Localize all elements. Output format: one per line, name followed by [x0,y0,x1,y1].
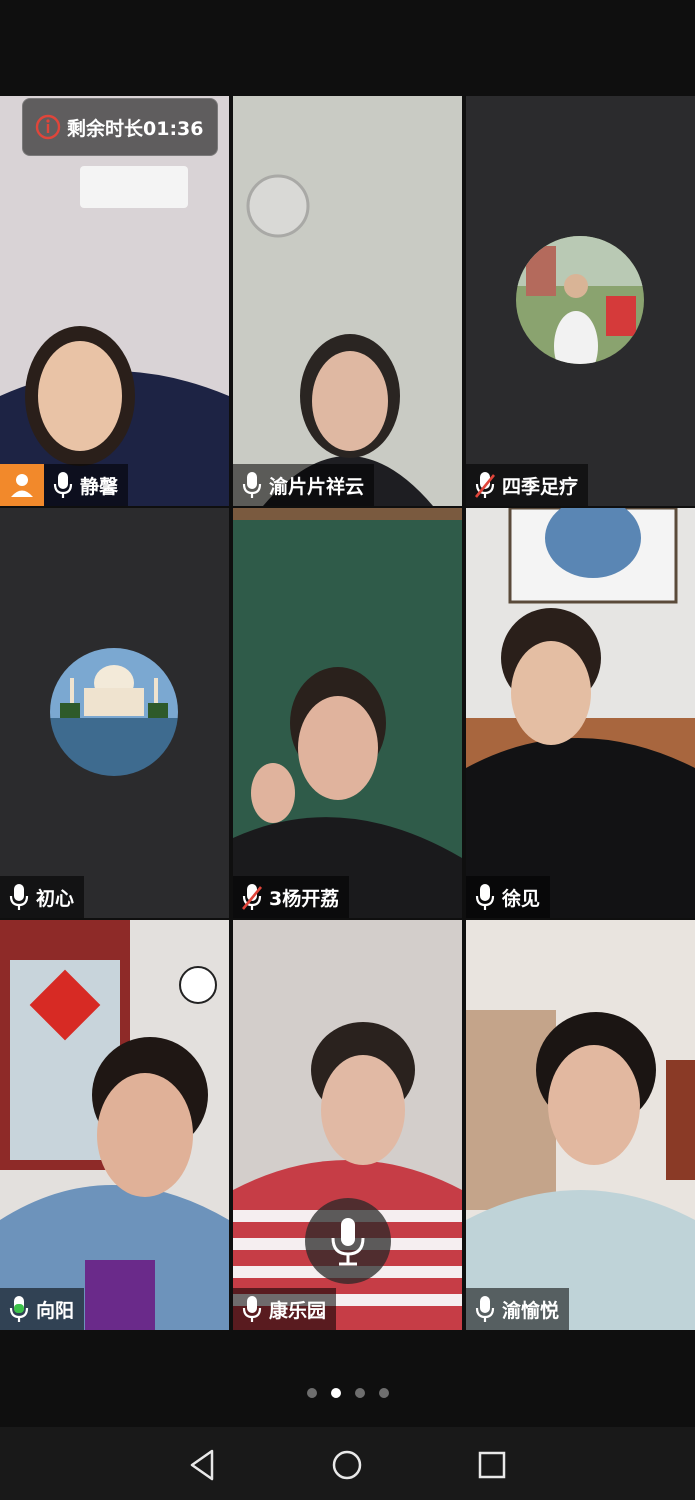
participant-name: 渝愉悦 [502,1299,560,1322]
mic-icon [242,472,262,498]
mic-muted-icon [474,472,496,498]
avatar-image [516,236,644,364]
video-feed [233,508,462,918]
avatar-image [50,648,178,776]
person-icon [11,474,33,497]
remaining-time-chip: 剩余时长01:36 [22,98,218,156]
mic-icon [53,472,73,498]
participant-avatar [50,648,178,776]
participant-avatar [516,236,644,364]
page-dot[interactable] [354,1388,365,1398]
mic-icon [331,1218,365,1266]
floating-mic-button[interactable] [305,1198,391,1284]
mic-speaking-icon [9,1296,29,1322]
participant-namebar: 康乐园 [233,1288,337,1330]
host-badge [0,464,44,506]
participant-namebar: 向阳 [0,1288,85,1330]
page-dot-active[interactable] [330,1388,341,1398]
video-feed [233,96,462,506]
participant-namebar: 静馨 [44,464,129,506]
participant-namebar: 徐见 [466,876,551,918]
mic-icon [242,1296,262,1322]
mic-icon [9,884,29,910]
video-feed [466,508,695,918]
participant-tile-xujian[interactable]: 徐见 [466,508,695,918]
video-feed [466,920,695,1330]
video-feed [0,96,229,506]
recents-icon[interactable] [474,1447,510,1483]
participant-namebar: 初心 [0,876,85,918]
mic-icon [475,884,495,910]
participant-namebar: 四季足疗 [466,464,589,506]
participant-tile-jingxin[interactable]: 静馨 [0,96,229,506]
video-feed [0,920,229,1330]
system-navigation-bar [0,1427,695,1500]
participant-grid: 静馨 渝片片祥云 四季足疗 初心 3杨开荔 徐见 向阳 康乐园 渝愉悦 [0,96,695,1330]
participant-namebar: 渝愉悦 [466,1288,570,1330]
participant-tile-xiangyang[interactable]: 向阳 [0,920,229,1330]
participant-name: 初心 [36,887,75,910]
participant-name: 渝片片祥云 [269,475,365,498]
info-icon [35,114,61,140]
participant-name: 3杨开荔 [269,887,340,910]
mic-icon [475,1296,495,1322]
participant-tile-sijizuliao[interactable]: 四季足疗 [466,96,695,506]
participant-name: 康乐园 [269,1299,327,1322]
home-icon[interactable] [329,1447,365,1483]
back-icon[interactable] [184,1447,220,1483]
participant-name: 静馨 [80,475,119,498]
page-indicator[interactable] [0,1388,695,1398]
participant-name: 四季足疗 [502,475,579,498]
page-dot[interactable] [378,1388,389,1398]
participant-tile-yuyuyue[interactable]: 渝愉悦 [466,920,695,1330]
participant-tile-yupianpian[interactable]: 渝片片祥云 [233,96,462,506]
participant-namebar: 3杨开荔 [233,876,350,918]
participant-name: 徐见 [502,887,541,910]
participant-tile-chuxin[interactable]: 初心 [0,508,229,918]
page-dot[interactable] [306,1388,317,1398]
participant-namebar: 渝片片祥云 [233,464,375,506]
remaining-time-label: 剩余时长01:36 [67,117,204,140]
participant-tile-yangkaili[interactable]: 3杨开荔 [233,508,462,918]
participant-name: 向阳 [36,1299,75,1322]
mic-muted-icon [241,884,263,910]
